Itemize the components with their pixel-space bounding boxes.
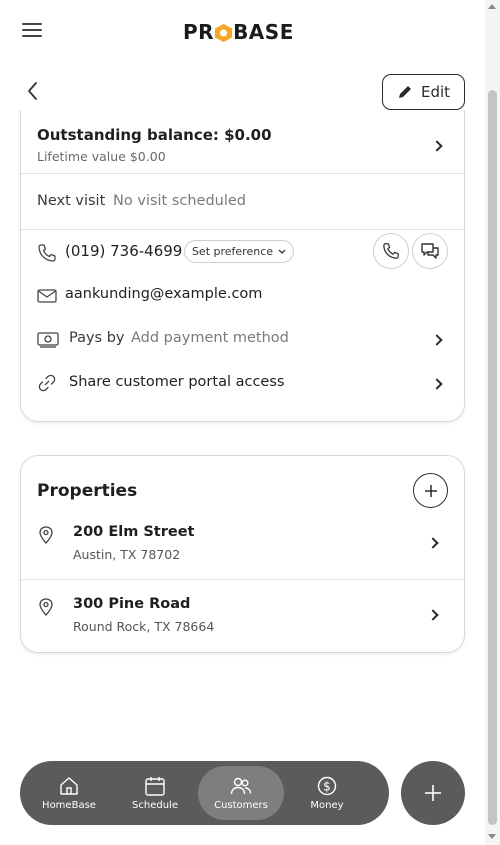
app-header: PR BASE xyxy=(0,0,485,62)
nav-label: Schedule xyxy=(132,799,178,811)
phone-icon xyxy=(383,243,399,259)
property-address: Austin, TX 78702 xyxy=(73,547,181,562)
property-address: Round Rock, TX 78664 xyxy=(73,619,215,634)
chevron-right-icon xyxy=(431,140,443,152)
property-name: 200 Elm Street xyxy=(73,524,195,540)
nav-label: Money xyxy=(310,799,344,811)
map-pin-icon xyxy=(39,526,53,544)
menu-line xyxy=(22,23,42,25)
chevron-right-icon xyxy=(431,334,443,346)
nav-label: HomeBase xyxy=(42,799,96,811)
chevron-right-icon xyxy=(431,378,443,390)
chevron-right-icon xyxy=(427,537,439,549)
balance-row[interactable]: Outstanding balance: $0.00 Lifetime valu… xyxy=(21,110,464,173)
nav-homebase[interactable]: HomeBase xyxy=(26,766,112,820)
phone-icon xyxy=(38,244,56,262)
add-payment-method: Add payment method xyxy=(131,330,289,346)
bottom-nav: HomeBase Schedule Customers $ Money xyxy=(20,761,389,825)
set-preference-dropdown[interactable]: Set preference xyxy=(184,240,294,263)
next-visit-label: Next visit xyxy=(37,193,106,209)
dollar-icon: $ xyxy=(317,776,337,795)
property-name: 300 Pine Road xyxy=(73,596,191,612)
chat-bubbles-icon xyxy=(421,243,439,259)
nav-label: Customers xyxy=(214,799,268,811)
mail-icon xyxy=(37,289,57,303)
probase-logo: PR BASE xyxy=(183,18,294,46)
phone-number[interactable]: (019) 736-4699 xyxy=(65,242,182,260)
home-icon xyxy=(60,776,78,795)
chevron-down-icon xyxy=(278,249,286,254)
property-row[interactable]: 200 Elm Street Austin, TX 78702 xyxy=(21,514,464,586)
pencil-icon xyxy=(398,86,411,98)
customer-details-card: Outstanding balance: $0.00 Lifetime valu… xyxy=(20,110,465,422)
properties-title: Properties xyxy=(37,481,138,501)
nav-customers[interactable]: Customers xyxy=(198,766,284,820)
next-visit-value: No visit scheduled xyxy=(113,193,246,209)
lifetime-value: Lifetime value $0.00 xyxy=(37,149,166,164)
chevron-left-icon xyxy=(28,82,37,100)
divider xyxy=(21,579,464,580)
scrollbar[interactable] xyxy=(485,0,500,845)
cash-icon xyxy=(37,332,59,348)
chevron-right-icon xyxy=(427,609,439,621)
plus-icon xyxy=(425,785,441,801)
properties-card: Properties 200 Elm Street Austin, TX 787… xyxy=(20,455,465,653)
scroll-up-arrow-icon[interactable] xyxy=(488,4,496,9)
message-button[interactable] xyxy=(412,233,448,269)
quick-add-button[interactable] xyxy=(401,761,465,825)
divider xyxy=(21,173,464,174)
svg-text:$: $ xyxy=(323,779,331,793)
menu-line xyxy=(22,29,42,31)
divider xyxy=(21,229,464,230)
scroll-down-arrow-icon[interactable] xyxy=(488,834,496,839)
link-icon xyxy=(38,374,56,392)
scroll-thumb[interactable] xyxy=(488,90,497,825)
nav-schedule[interactable]: Schedule xyxy=(112,766,198,820)
calendar-icon xyxy=(145,776,165,796)
logo-hex-icon xyxy=(215,23,233,42)
email-address[interactable]: aankunding@example.com xyxy=(65,286,262,302)
outstanding-balance: Outstanding balance: $0.00 xyxy=(37,126,272,144)
property-row[interactable]: 300 Pine Road Round Rock, TX 78664 xyxy=(21,586,464,652)
share-portal-label: Share customer portal access xyxy=(69,374,285,390)
set-preference-label: Set preference xyxy=(191,245,274,258)
logo-text-post: BASE xyxy=(233,20,294,44)
logo-text-pre: PR xyxy=(183,20,215,44)
plus-icon xyxy=(424,484,437,497)
menu-line xyxy=(22,35,42,37)
edit-label: Edit xyxy=(420,83,451,101)
edit-button[interactable]: Edit xyxy=(382,74,465,110)
map-pin-icon xyxy=(39,598,53,616)
share-portal-row[interactable]: Share customer portal access xyxy=(21,362,464,402)
add-property-button[interactable] xyxy=(413,473,448,508)
pays-by-label: Pays by xyxy=(69,330,125,346)
nav-money[interactable]: $ Money xyxy=(284,766,370,820)
back-button[interactable] xyxy=(24,80,42,102)
users-icon xyxy=(230,777,252,794)
pays-by-row[interactable]: Pays by Add payment method xyxy=(21,318,464,358)
hamburger-menu-button[interactable] xyxy=(22,23,42,41)
call-button[interactable] xyxy=(373,233,409,269)
